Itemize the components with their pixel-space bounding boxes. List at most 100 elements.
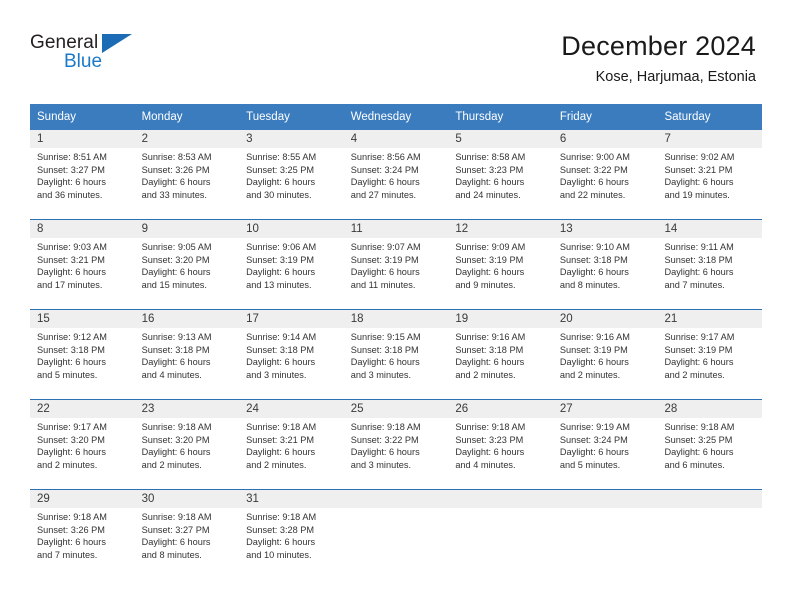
weekday-header-saturday: Saturday (664, 111, 711, 123)
daylight-line2: and 22 minutes. (559, 190, 626, 201)
day-number: 26 (448, 400, 553, 418)
day-cell[interactable]: 21 Sunrise: 9:17 AM Sunset: 3:19 PM Dayl… (657, 310, 763, 399)
sunrise-text: Sunrise: 8:53 AM (141, 152, 212, 162)
daylight-line2: and 17 minutes. (37, 280, 103, 291)
day-cell[interactable]: 23 Sunrise: 9:18 AM Sunset: 3:20 PM Dayl… (134, 400, 240, 489)
daylight-line2: and 9 minutes. (455, 280, 516, 291)
daylight-line2: and 10 minutes. (246, 550, 312, 561)
daylight-line2: and 2 minutes. (455, 370, 516, 381)
day-details: Sunrise: 9:18 AM Sunset: 3:26 PM Dayligh… (30, 508, 135, 562)
sunset-text: Sunset: 3:19 PM (246, 254, 315, 265)
day-cell[interactable]: 15 Sunrise: 9:12 AM Sunset: 3:18 PM Dayl… (30, 310, 135, 399)
day-cell[interactable]: 4 Sunrise: 8:56 AM Sunset: 3:24 PM Dayli… (343, 130, 449, 219)
day-details: Sunrise: 9:18 AM Sunset: 3:22 PM Dayligh… (344, 418, 449, 472)
daylight-line1: Daylight: 6 hours (350, 267, 420, 278)
day-details: Sunrise: 9:19 AM Sunset: 3:24 PM Dayligh… (553, 418, 658, 472)
sunset-text: Sunset: 3:21 PM (664, 164, 733, 175)
sunset-text: Sunset: 3:18 PM (455, 344, 524, 355)
day-cell[interactable]: 27 Sunrise: 9:19 AM Sunset: 3:24 PM Dayl… (552, 400, 658, 489)
sunrise-text: Sunrise: 8:51 AM (37, 152, 107, 162)
day-details: Sunrise: 8:51 AM Sunset: 3:27 PM Dayligh… (30, 148, 135, 202)
day-cell-empty (657, 490, 763, 579)
day-cell[interactable]: 16 Sunrise: 9:13 AM Sunset: 3:18 PM Dayl… (134, 310, 240, 399)
sunrise-text: Sunrise: 8:55 AM (246, 152, 317, 162)
day-cell[interactable]: 1 Sunrise: 8:51 AM Sunset: 3:27 PM Dayli… (30, 130, 135, 219)
daylight-line1: Daylight: 6 hours (37, 267, 106, 278)
sunrise-text: Sunrise: 9:18 AM (141, 512, 212, 522)
day-cell[interactable]: 9 Sunrise: 9:05 AM Sunset: 3:20 PM Dayli… (134, 220, 240, 309)
daylight-line1: Daylight: 6 hours (664, 267, 734, 278)
day-cell[interactable]: 3 Sunrise: 8:55 AM Sunset: 3:25 PM Dayli… (239, 130, 344, 219)
sunset-text: Sunset: 3:23 PM (455, 164, 524, 175)
daylight-line2: and 2 minutes. (664, 370, 725, 381)
sunrise-text: Sunrise: 9:14 AM (246, 332, 317, 342)
day-cell[interactable]: 31 Sunrise: 9:18 AM Sunset: 3:28 PM Dayl… (239, 490, 344, 579)
daylight-line1: Daylight: 6 hours (664, 177, 734, 188)
daylight-line2: and 30 minutes. (246, 190, 312, 201)
day-cell[interactable]: 12 Sunrise: 9:09 AM Sunset: 3:19 PM Dayl… (448, 220, 553, 309)
day-cell[interactable]: 14 Sunrise: 9:11 AM Sunset: 3:18 PM Dayl… (657, 220, 763, 309)
weekday-header-monday: Monday (141, 111, 183, 123)
day-cell[interactable]: 2 Sunrise: 8:53 AM Sunset: 3:26 PM Dayli… (134, 130, 240, 219)
day-cell[interactable]: 25 Sunrise: 9:18 AM Sunset: 3:22 PM Dayl… (343, 400, 449, 489)
sunset-text: Sunset: 3:19 PM (350, 254, 419, 265)
day-cell[interactable]: 26 Sunrise: 9:18 AM Sunset: 3:23 PM Dayl… (448, 400, 553, 489)
day-number: 9 (134, 220, 240, 238)
day-cell[interactable]: 8 Sunrise: 9:03 AM Sunset: 3:21 PM Dayli… (30, 220, 135, 309)
weekday-header-thursday: Thursday (455, 111, 504, 123)
logo-triangle-icon (102, 34, 132, 53)
daylight-line1: Daylight: 6 hours (246, 537, 316, 548)
sunset-text: Sunset: 3:22 PM (559, 164, 628, 175)
sunset-text: Sunset: 3:18 PM (246, 344, 315, 355)
daylight-line1: Daylight: 6 hours (246, 177, 316, 188)
general-blue-logo[interactable]: General Blue (30, 30, 150, 76)
sunrise-text: Sunrise: 9:16 AM (559, 332, 630, 342)
day-cell[interactable]: 7 Sunrise: 9:02 AM Sunset: 3:21 PM Dayli… (657, 130, 763, 219)
sunset-text: Sunset: 3:18 PM (350, 344, 419, 355)
daylight-line2: and 24 minutes. (455, 190, 521, 201)
day-number: 16 (134, 310, 240, 328)
daylight-line1: Daylight: 6 hours (559, 177, 629, 188)
day-number: 23 (134, 400, 240, 418)
day-cell-empty (448, 490, 553, 579)
day-details: Sunrise: 8:58 AM Sunset: 3:23 PM Dayligh… (448, 148, 553, 202)
day-details: Sunrise: 9:13 AM Sunset: 3:18 PM Dayligh… (135, 328, 240, 382)
day-cell[interactable]: 20 Sunrise: 9:16 AM Sunset: 3:19 PM Dayl… (552, 310, 658, 399)
day-cell[interactable]: 24 Sunrise: 9:18 AM Sunset: 3:21 PM Dayl… (239, 400, 344, 489)
sunset-text: Sunset: 3:27 PM (141, 524, 210, 535)
daylight-line2: and 3 minutes. (350, 370, 412, 381)
day-cell[interactable]: 22 Sunrise: 9:17 AM Sunset: 3:20 PM Dayl… (30, 400, 135, 489)
daylight-line1: Daylight: 6 hours (37, 357, 106, 368)
sunset-text: Sunset: 3:20 PM (141, 434, 210, 445)
sunset-text: Sunset: 3:20 PM (37, 434, 105, 445)
sunset-text: Sunset: 3:25 PM (246, 164, 315, 175)
sunrise-text: Sunrise: 9:00 AM (559, 152, 630, 162)
sunrise-text: Sunrise: 9:19 AM (559, 422, 630, 432)
daylight-line1: Daylight: 6 hours (455, 267, 525, 278)
sunrise-text: Sunrise: 9:18 AM (246, 512, 317, 522)
day-cell[interactable]: 19 Sunrise: 9:16 AM Sunset: 3:18 PM Dayl… (448, 310, 553, 399)
daylight-line2: and 2 minutes. (559, 370, 621, 381)
day-cell[interactable]: 28 Sunrise: 9:18 AM Sunset: 3:25 PM Dayl… (657, 400, 763, 489)
sunrise-text: Sunrise: 9:10 AM (559, 242, 630, 252)
day-cell[interactable]: 30 Sunrise: 9:18 AM Sunset: 3:27 PM Dayl… (134, 490, 240, 579)
daylight-line2: and 8 minutes. (141, 550, 202, 561)
daylight-line2: and 3 minutes. (350, 460, 412, 471)
weekday-header-row: Sunday Monday Tuesday Wednesday Thursday… (30, 104, 762, 130)
day-details: Sunrise: 9:07 AM Sunset: 3:19 PM Dayligh… (344, 238, 449, 292)
daylight-line2: and 2 minutes. (141, 460, 202, 471)
day-cell[interactable]: 10 Sunrise: 9:06 AM Sunset: 3:19 PM Dayl… (239, 220, 344, 309)
day-details: Sunrise: 8:55 AM Sunset: 3:25 PM Dayligh… (239, 148, 344, 202)
sunrise-text: Sunrise: 9:18 AM (455, 422, 526, 432)
sunset-text: Sunset: 3:28 PM (246, 524, 315, 535)
day-cell[interactable]: 29 Sunrise: 9:18 AM Sunset: 3:26 PM Dayl… (30, 490, 135, 579)
sunset-text: Sunset: 3:23 PM (455, 434, 524, 445)
day-cell[interactable]: 6 Sunrise: 9:00 AM Sunset: 3:22 PM Dayli… (552, 130, 658, 219)
day-cell[interactable]: 11 Sunrise: 9:07 AM Sunset: 3:19 PM Dayl… (343, 220, 449, 309)
day-cell[interactable]: 17 Sunrise: 9:14 AM Sunset: 3:18 PM Dayl… (239, 310, 344, 399)
day-cell[interactable]: 18 Sunrise: 9:15 AM Sunset: 3:18 PM Dayl… (343, 310, 449, 399)
daylight-line2: and 6 minutes. (664, 460, 725, 471)
day-number: 2 (134, 130, 240, 148)
day-cell[interactable]: 13 Sunrise: 9:10 AM Sunset: 3:18 PM Dayl… (552, 220, 658, 309)
day-cell[interactable]: 5 Sunrise: 8:58 AM Sunset: 3:23 PM Dayli… (448, 130, 553, 219)
